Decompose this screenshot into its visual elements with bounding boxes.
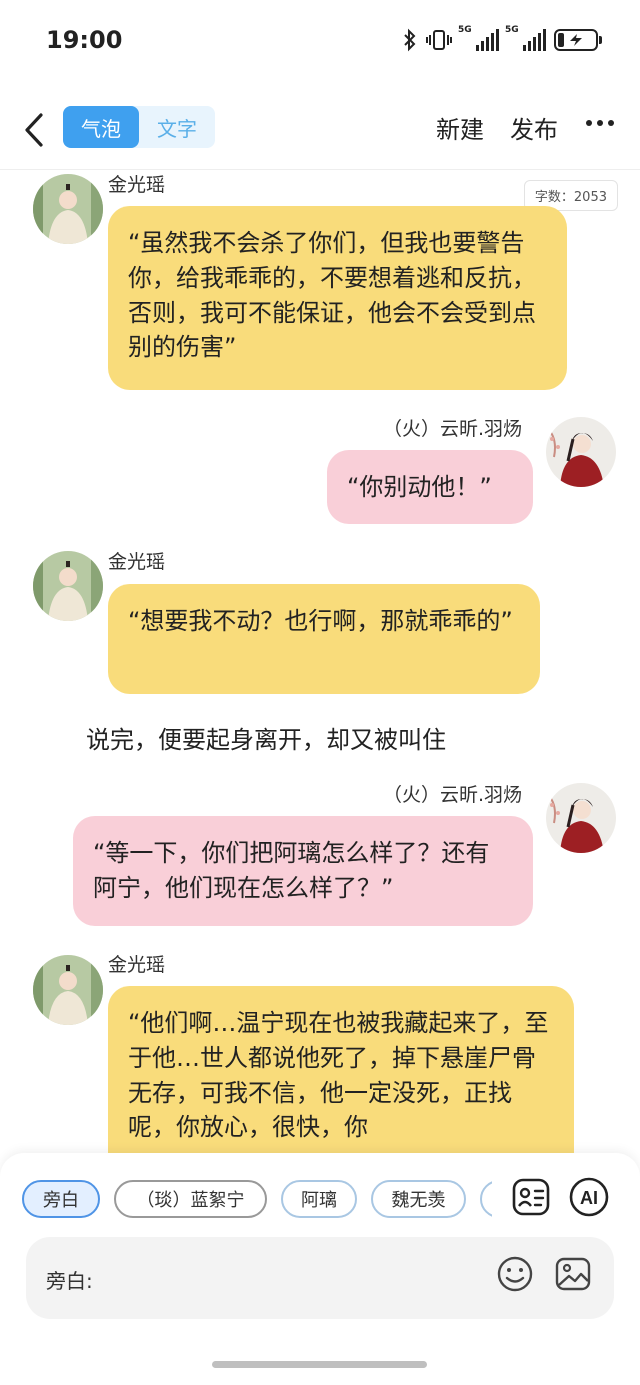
speaker-name: 金光瑶: [108, 551, 166, 573]
status-icons: 5G 5G: [402, 25, 602, 52]
chip-character[interactable]: 阿璃: [281, 1180, 357, 1218]
back-arrow-icon: [25, 113, 43, 147]
top-toolbar: 气泡 文字 新建 发布: [0, 90, 640, 170]
character-chips: 旁白 （琰）蓝絮宁 阿璃 魏无羡: [22, 1180, 492, 1218]
mode-toggle: 气泡 文字: [63, 106, 215, 148]
status-time: 19:00: [46, 26, 123, 54]
message-bubble[interactable]: “等一下，你们把阿璃怎么样了？还有阿宁，他们现在怎么样了？”: [73, 816, 533, 926]
vibrate-icon: [426, 30, 452, 50]
bluetooth-icon: [404, 28, 416, 52]
speaker-name: （火）云昕.羽炀: [383, 418, 523, 440]
image-icon[interactable]: [554, 1255, 592, 1293]
dialogue-input[interactable]: 旁白:: [26, 1237, 614, 1319]
more-icon[interactable]: [586, 120, 614, 126]
avatar-jin-guangyao[interactable]: [33, 174, 103, 244]
back-button[interactable]: [18, 110, 50, 150]
message-bubble[interactable]: “你别动他！”: [327, 450, 533, 524]
narration-text[interactable]: 说完，便要起身离开，却又被叫住: [86, 720, 446, 755]
chip-character[interactable]: （琰）蓝絮宁: [114, 1180, 267, 1218]
avatar-jin-guangyao[interactable]: [33, 551, 103, 621]
status-bar: 19:00 5G 5G: [0, 0, 640, 82]
ai-icon[interactable]: AI: [568, 1176, 610, 1218]
chip-character-partial[interactable]: [480, 1180, 492, 1218]
character-card-icon[interactable]: [510, 1176, 552, 1218]
emoji-icon[interactable]: [496, 1255, 534, 1293]
message-bubble[interactable]: “想要我不动？也行啊，那就乖乖的”: [108, 584, 540, 694]
home-indicator[interactable]: [212, 1361, 427, 1368]
avatar-jin-guangyao[interactable]: [33, 955, 103, 1025]
speaker-name: （火）云昕.羽炀: [383, 784, 523, 806]
input-speaker-label: 旁白:: [46, 1269, 93, 1293]
mode-text-tab[interactable]: 文字: [139, 106, 215, 148]
svg-text:AI: AI: [580, 1188, 598, 1208]
bottom-input-panel: 旁白 （琰）蓝絮宁 阿璃 魏无羡 AI 旁白:: [0, 1153, 640, 1385]
avatar-yunxin-yuyang[interactable]: [546, 417, 616, 487]
avatar-yunxin-yuyang[interactable]: [546, 783, 616, 853]
new-button[interactable]: 新建: [436, 110, 484, 145]
speaker-name: 金光瑶: [108, 174, 166, 196]
mode-bubble-tab[interactable]: 气泡: [63, 106, 139, 148]
battery-charging-icon: [554, 29, 602, 51]
publish-button[interactable]: 发布: [510, 110, 558, 145]
signal-icon-sim1: 5G: [458, 25, 499, 51]
speaker-name: 金光瑶: [108, 954, 166, 976]
signal-icon-sim2: 5G: [505, 25, 546, 51]
chip-character[interactable]: 魏无羡: [371, 1180, 466, 1218]
message-bubble[interactable]: “虽然我不会杀了你们，但我也要警告你，给我乖乖的，不要想着逃和反抗，否则，我可不…: [108, 206, 567, 390]
chip-narrator[interactable]: 旁白: [22, 1180, 100, 1218]
